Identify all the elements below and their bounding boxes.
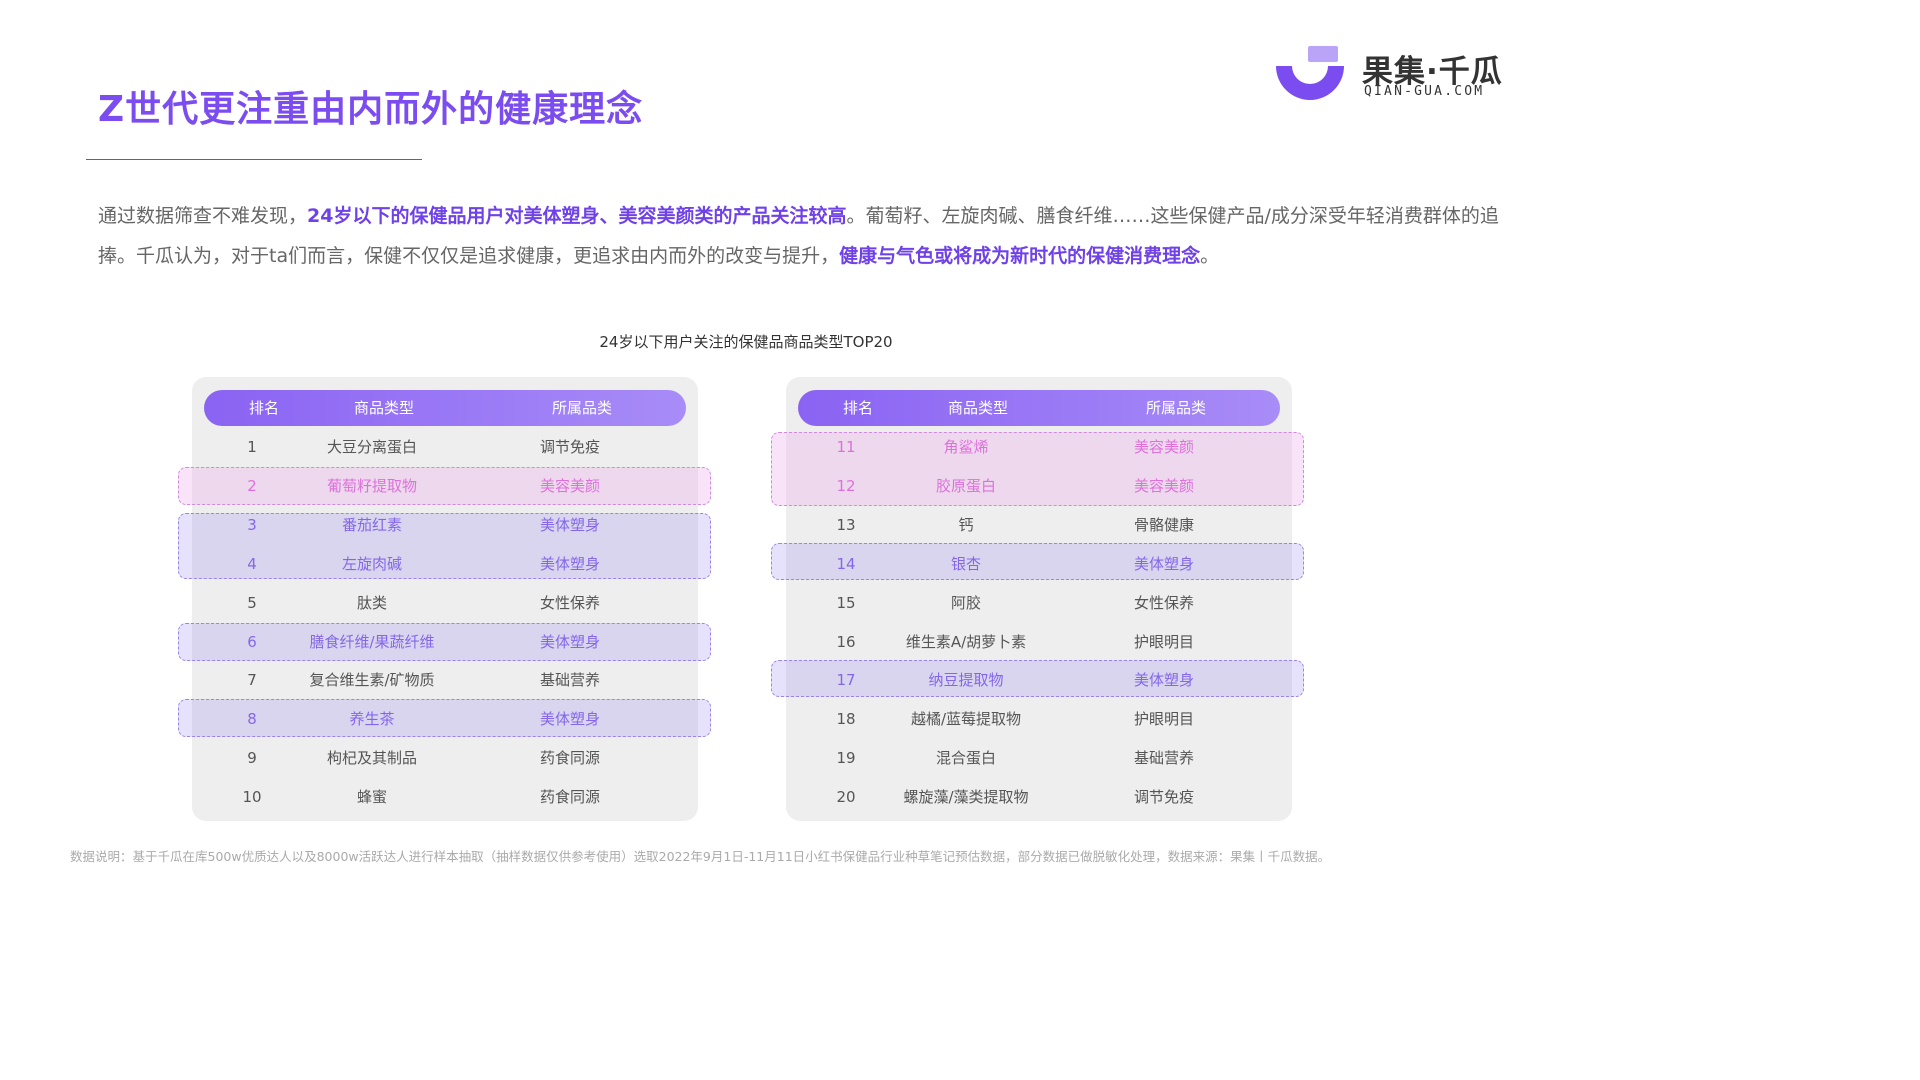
table-title: 24岁以下用户关注的保健品商品类型TOP20 — [599, 333, 893, 351]
product-type-cell: 钙 — [958, 515, 974, 534]
product-type-cell: 混合蛋白 — [935, 749, 996, 768]
product-type-cell: 枸杞及其制品 — [326, 749, 417, 768]
category-cell: 女性保养 — [1133, 593, 1194, 612]
brand-logo: 果集·千瓜 QIAN-GUA.COM — [1270, 44, 1530, 106]
table-row: 15 阿胶 女性保养 — [786, 584, 1292, 622]
header-category: 所属品类 — [551, 399, 612, 417]
intro-text-3: 。 — [1200, 245, 1220, 267]
ranking-table-left: 排名 商品类型 所属品类 1 大豆分离蛋白 调节免疫 2 葡萄籽提取物 美容美颜 3 番茄红素… — [192, 377, 698, 821]
highlight-box-beauty — [178, 467, 711, 505]
title-divider — [86, 159, 422, 160]
intro-highlight-2: 健康与气色或将成为新时代的保健消费理念 — [839, 245, 1201, 267]
data-source-note: 数据说明：基于千瓜在库500w优质达人以及8000w活跃达人进行样本抽取（抽样数… — [70, 849, 1331, 864]
table-row: 1 大豆分离蛋白 调节免疫 — [192, 428, 698, 466]
table-row: 16 维生素A/胡萝卜素 护眼明目 — [786, 623, 1292, 661]
category-cell: 女性保养 — [539, 593, 600, 612]
header-product-type: 商品类型 — [353, 399, 414, 417]
category-cell: 基础营养 — [1133, 749, 1194, 768]
table-row: 19 混合蛋白 基础营养 — [786, 739, 1292, 777]
highlight-box-slimming — [771, 543, 1304, 580]
product-type-cell: 蜂蜜 — [356, 788, 387, 807]
category-cell: 护眼明目 — [1133, 710, 1194, 729]
product-type-cell: 肽类 — [356, 593, 387, 612]
intro-text-1: 通过数据筛查不难发现， — [98, 205, 308, 227]
table-row: 20 螺旋藻/藻类提取物 调节免疫 — [786, 778, 1292, 816]
highlight-box-beauty — [771, 432, 1304, 506]
category-cell: 调节免疫 — [539, 438, 600, 456]
logo-mark-icon — [1276, 46, 1344, 100]
category-cell: 药食同源 — [539, 788, 600, 807]
header-category: 所属品类 — [1145, 399, 1206, 417]
category-cell: 药食同源 — [539, 749, 600, 768]
category-cell: 基础营养 — [539, 671, 600, 690]
highlight-box-slimming — [178, 623, 711, 661]
intro-paragraph: 通过数据筛查不难发现，24岁以下的保健品用户对美体塑身、美容美颜类的产品关注较高… — [98, 196, 1508, 276]
page-title: Z世代更注重由内而外的健康理念 — [98, 89, 644, 130]
table-header-left: 排名 商品类型 所属品类 — [204, 390, 686, 426]
highlight-box-slimming — [178, 699, 711, 737]
product-type-cell: 复合维生素/矿物质 — [309, 671, 435, 690]
product-type-cell: 大豆分离蛋白 — [326, 438, 417, 456]
table-row: 9 枸杞及其制品 药食同源 — [192, 739, 698, 777]
category-cell: 骨骼健康 — [1133, 515, 1194, 534]
table-row: 13 钙骨骼健康 — [786, 506, 1292, 544]
highlight-box-slimming — [178, 513, 711, 579]
table-row: 7 复合维生素/矿物质 基础营养 — [192, 661, 698, 699]
product-type-cell: 螺旋藻/藻类提取物 — [903, 788, 1029, 807]
table-header-right: 排名 商品类型 所属品类 — [798, 390, 1280, 426]
highlight-box-slimming — [771, 660, 1304, 697]
intro-highlight-1: 24岁以下的保健品用户对美体塑身、美容美颜类的产品关注较高 — [307, 205, 847, 227]
table-row: 10 蜂蜜 药食同源 — [192, 778, 698, 816]
logo-name-en: QIAN-GUA.COM — [1364, 84, 1485, 99]
category-cell: 护眼明目 — [1133, 632, 1194, 651]
product-type-cell: 阿胶 — [950, 593, 981, 612]
table-row: 18 越橘/蓝莓提取物 护眼明目 — [786, 700, 1292, 738]
category-cell: 调节免疫 — [1133, 788, 1194, 807]
product-type-cell: 维生素A/胡萝卜素 — [905, 632, 1027, 651]
header-product-type: 商品类型 — [947, 399, 1008, 417]
table-row: 5 肽类 女性保养 — [192, 584, 698, 622]
product-type-cell: 越橘/蓝莓提取物 — [910, 710, 1022, 729]
